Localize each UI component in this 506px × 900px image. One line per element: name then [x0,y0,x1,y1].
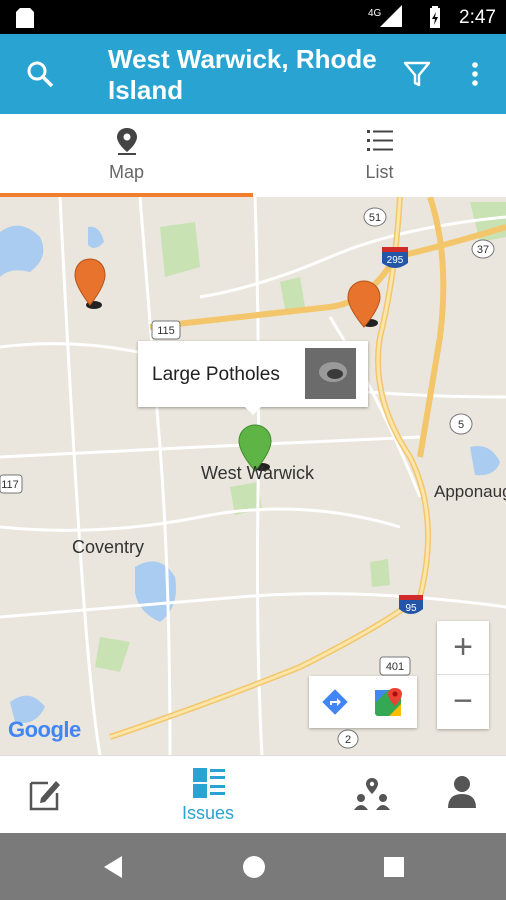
signal-icon: 4G [368,5,402,27]
route-shield: 5 [458,419,464,431]
route-shield: 401 [386,661,404,673]
zoom-out-button[interactable]: − [437,675,489,729]
google-logo-text: Google [8,717,81,742]
battery-icon [430,6,440,28]
recents-icon[interactable] [382,855,406,879]
tab-bar: Map List [0,114,506,197]
map-label-apponaug: Apponaug [434,482,506,501]
route-shield: 2 [345,734,351,746]
map-pin-icon [116,128,137,155]
nav-report-issue[interactable] [0,756,92,834]
issues-icon [193,768,225,798]
zoom-in-button[interactable]: + [437,621,489,675]
edit-icon [29,781,60,811]
issue-marker-orange[interactable] [347,280,381,328]
tab-label: Map [108,162,144,182]
pothole-photo [305,348,356,399]
route-shield: 115 [157,325,175,337]
home-icon[interactable] [241,854,267,880]
nav-label-issues: Issues [181,803,235,823]
system-navigation-bar [0,833,506,900]
issue-thumbnail [305,348,356,399]
interstate-shield: 295 [387,255,404,266]
network-type: 4G [368,8,382,19]
route-shield: 117 [1,479,19,491]
directions-icon[interactable] [321,688,349,716]
nav-issues[interactable]: Issues [160,756,256,834]
back-icon[interactable] [100,854,126,880]
map-view[interactable]: 51 295 37 115 117 5 95 401 2 West Warwic… [0,197,506,755]
page-title: West Warwick, Rhode Island [108,44,377,105]
google-logo: Google [8,717,81,743]
nav-profile[interactable] [430,756,494,834]
search-icon[interactable] [24,58,56,90]
tab-label: List [365,162,394,182]
google-maps-icon[interactable] [373,686,405,718]
status-time: 2:47 [459,7,496,28]
list-icon [366,130,393,151]
map-label-west-warwick: West Warwick [201,463,315,483]
map-label-coventry: Coventry [72,537,145,557]
issue-marker-orange[interactable] [74,258,106,309]
route-shield: 51 [369,212,381,224]
map-toolbar [309,676,417,728]
nav-community[interactable] [340,756,404,834]
issue-info-window[interactable]: Large Potholes [138,341,368,415]
callout-pointer [245,407,261,415]
more-options-icon[interactable] [459,58,491,90]
tab-list[interactable]: List [253,114,506,197]
route-shield: 37 [477,244,489,256]
interstate-shield: 95 [405,603,417,614]
issue-title: Large Potholes [152,364,280,385]
profile-icon [448,776,476,808]
tab-map[interactable]: Map [0,114,253,197]
app-bar: West Warwick, Rhode Island [0,34,506,114]
sd-card-icon [16,8,34,28]
zoom-control: + − [437,621,489,729]
bottom-navigation: Issues [0,755,506,833]
filter-icon[interactable] [401,58,433,90]
community-icon [354,778,390,810]
status-bar: 4G 2:47 [0,0,506,34]
